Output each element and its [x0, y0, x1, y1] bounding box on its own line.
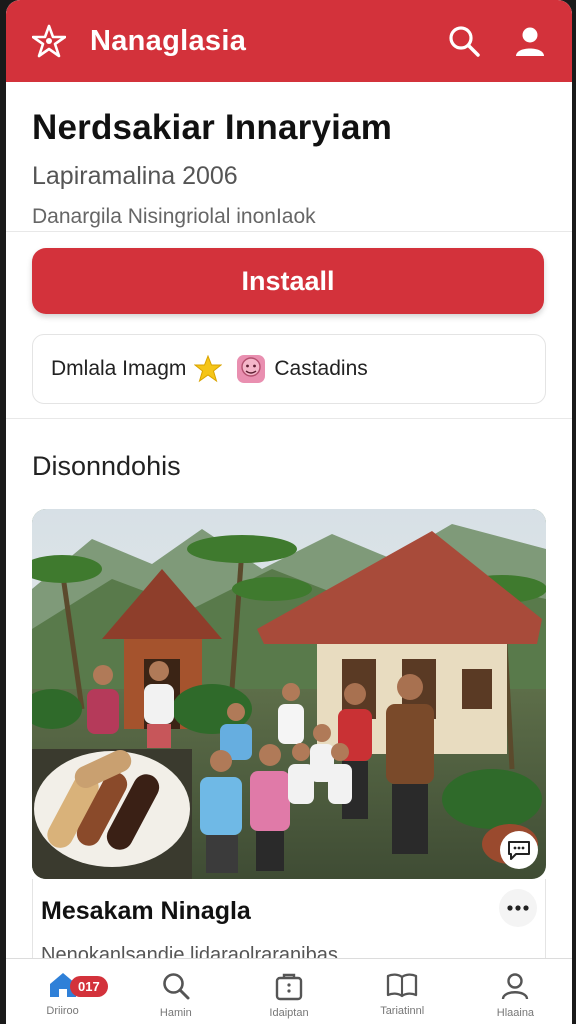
- nav-item-search[interactable]: Hamin: [119, 959, 232, 1024]
- app-subtitle: Lapiramalina 2006: [32, 162, 238, 190]
- nav-label-library: Tariatinnl: [380, 1005, 425, 1017]
- nav-label-home: Driiroo: [46, 1005, 79, 1017]
- search-icon: [449, 26, 480, 57]
- star-logo-icon: [30, 22, 68, 60]
- nav-item-home[interactable]: 017 Driiroo: [6, 959, 119, 1024]
- search-icon: [162, 973, 190, 1000]
- nav-label-search: Hamin: [159, 1007, 192, 1019]
- more-options-icon[interactable]: [499, 889, 537, 927]
- rating-card[interactable]: Dmlala Imagm Castadins: [32, 334, 546, 404]
- nav-label-bag: Idaiptan: [269, 1007, 309, 1019]
- nav-label-profile: Hlaaina: [496, 1007, 535, 1019]
- nav-item-profile[interactable]: Hlaaina: [459, 959, 572, 1024]
- search-button[interactable]: [440, 17, 488, 65]
- bottom-navigation: 017 Driiroo Hamin Idaiptan Tariatinnl Hl…: [6, 958, 572, 1024]
- profile-icon: [516, 27, 544, 56]
- profile-button[interactable]: [506, 17, 554, 65]
- star-icon: [194, 355, 223, 383]
- app-header: Nanaglasia: [6, 0, 572, 82]
- developer-name: Danargila Nisingriolal inonIaok: [32, 205, 316, 228]
- install-button[interactable]: Instaall: [32, 248, 544, 314]
- app-title: Nanaglasia: [90, 24, 247, 57]
- chat-bubble-icon[interactable]: [500, 831, 538, 869]
- phone-screen: Nanaglasia Nerdsakiar Innaryiam Lapirama…: [6, 0, 572, 1024]
- app-name-heading: Nerdsakiar Innaryiam: [32, 108, 393, 147]
- face-icon: [236, 354, 266, 384]
- rating-label: Dmlala Imagm: [51, 357, 187, 380]
- section-title: Disonndohis: [32, 451, 181, 481]
- nav-item-library[interactable]: Tariatinnl: [346, 959, 459, 1024]
- bag-icon: [275, 973, 303, 1001]
- notification-badge: 017: [70, 976, 108, 997]
- featured-image[interactable]: [32, 509, 546, 879]
- book-icon: [387, 973, 418, 998]
- install-wrap: Instaall: [6, 232, 572, 314]
- app-info: Nerdsakiar Innaryiam Lapiramalina 2006 D…: [6, 82, 572, 232]
- category-label: Castadins: [274, 357, 368, 380]
- profile-icon: [502, 973, 529, 1000]
- featured-title: Mesakam Ninagla: [41, 897, 251, 925]
- nav-item-bag[interactable]: Idaiptan: [232, 959, 345, 1024]
